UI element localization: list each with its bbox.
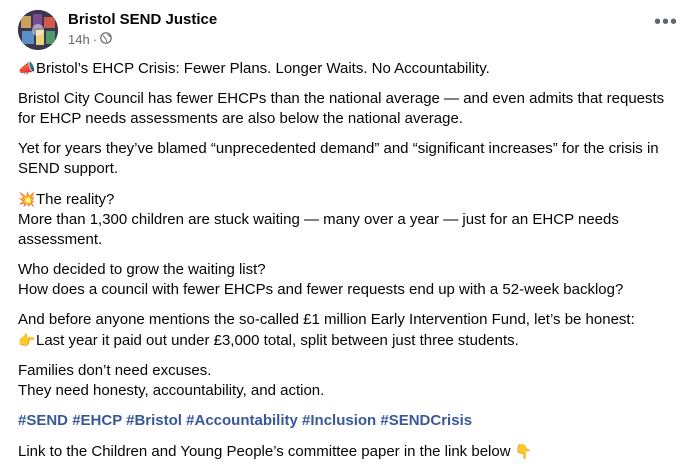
question-1: Who decided to grow the waiting list? bbox=[18, 261, 266, 278]
fund-intro: And before anyone mentions the so-called… bbox=[18, 311, 635, 328]
paragraph-2: Yet for years they’ve blamed “unpreceden… bbox=[18, 140, 659, 177]
hashtag-link[interactable]: #Bristol bbox=[126, 412, 182, 429]
headline: Bristol’s EHCP Crisis: Fewer Plans. Long… bbox=[36, 60, 490, 77]
fund-point: Last year it paid out under £3,000 total… bbox=[36, 332, 519, 349]
link-paragraph: Link to the Children and Young People’s … bbox=[18, 441, 680, 462]
questions-paragraph: Who decided to grow the waiting list? Ho… bbox=[18, 260, 680, 300]
megaphone-icon: 📣 bbox=[18, 60, 36, 76]
pointing-down-icon: 👇 bbox=[514, 443, 533, 459]
fund-paragraph: And before anyone mentions the so-called… bbox=[18, 310, 680, 351]
globe-icon[interactable] bbox=[100, 32, 112, 47]
families-line-1: Families don’t need excuses. bbox=[18, 362, 212, 379]
reality-heading: The reality? bbox=[36, 191, 115, 208]
more-options-icon[interactable]: ••• bbox=[654, 12, 678, 36]
question-2: How does a council with fewer EHCPs and … bbox=[18, 281, 624, 298]
pointing-right-icon: 👉 bbox=[18, 332, 36, 348]
page-avatar[interactable] bbox=[18, 10, 58, 50]
collision-icon: 💥 bbox=[18, 191, 36, 207]
hashtag-link[interactable]: #SENDCrisis bbox=[380, 412, 472, 429]
paragraph-1: Bristol City Council has fewer EHCPs tha… bbox=[18, 90, 665, 127]
headline-paragraph: 📣Bristol’s EHCP Crisis: Fewer Plans. Lon… bbox=[18, 58, 680, 79]
post-meta: 14h · bbox=[68, 32, 112, 47]
reality-paragraph: 💥The reality? More than 1,300 children a… bbox=[18, 189, 680, 250]
hashtag-link[interactable]: #Inclusion bbox=[302, 412, 376, 429]
post-header: Bristol SEND Justice 14h · ••• bbox=[18, 10, 678, 50]
post-timestamp[interactable]: 14h bbox=[68, 32, 90, 47]
families-paragraph: Families don’t need excuses. They need h… bbox=[18, 361, 680, 401]
hashtag-link[interactable]: #EHCP bbox=[72, 412, 122, 429]
hashtag-link[interactable]: #SEND bbox=[18, 412, 68, 429]
hashtags: #SEND #EHCP #Bristol #Accountability #In… bbox=[18, 411, 680, 431]
link-text: Link to the Children and Young People’s … bbox=[18, 443, 511, 460]
post-body: 📣Bristol’s EHCP Crisis: Fewer Plans. Lon… bbox=[18, 58, 680, 472]
hashtag-link[interactable]: #Accountability bbox=[186, 412, 298, 429]
meta-separator: · bbox=[92, 32, 98, 47]
reality-text: More than 1,300 children are stuck waiti… bbox=[18, 211, 619, 248]
page-name[interactable]: Bristol SEND Justice bbox=[68, 11, 217, 28]
families-line-2: They need honesty, accountability, and a… bbox=[18, 382, 325, 399]
